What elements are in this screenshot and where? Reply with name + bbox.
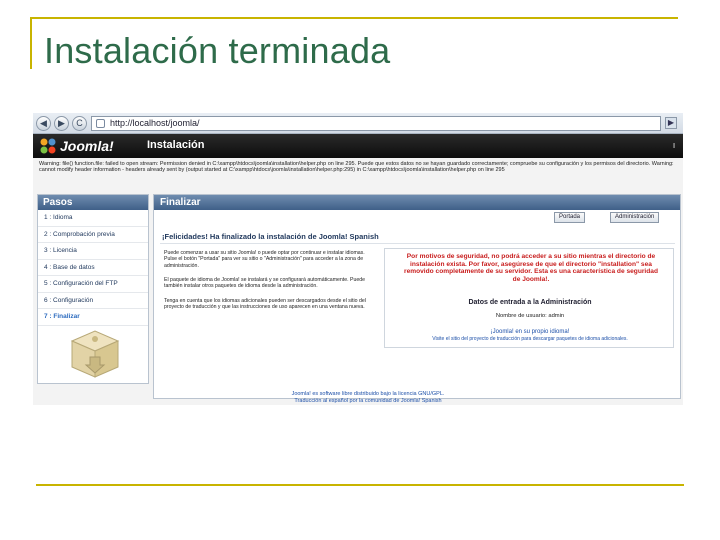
finish-title: Finalizar [154, 195, 680, 210]
divider [160, 243, 675, 244]
admin-login-title: Datos de entrada a la Administración [468, 299, 592, 306]
language-link-description: Visite el sitio del proyecto de traducci… [432, 336, 628, 342]
reload-icon[interactable]: C [72, 116, 87, 131]
joomla-logo-icon [40, 138, 56, 154]
installer-footer: Joomla! es software libre distribuido ba… [223, 391, 513, 405]
installer-screenshot: ◀ ▶ C http://localhost/joomla/ ▶ Joomla!… [33, 113, 683, 405]
steps-sidebar: Pasos 1 : Idioma 2 : Comprobación previa… [37, 194, 149, 384]
finish-paragraph-3: Tenga en cuenta que los idiomas adiciona… [164, 298, 366, 311]
admin-username: Nombre de usuario: admin [495, 313, 565, 319]
step-ftp[interactable]: 5 : Configuración del FTP [38, 276, 148, 293]
admin-button[interactable]: Administración [610, 212, 660, 223]
finish-paragraph-2: El paquete de idioma de Joomla! se insta… [164, 277, 365, 290]
page-icon [96, 119, 105, 128]
url-text: http://localhost/joomla/ [110, 118, 200, 128]
php-warning-text: Warning: file() function.file: failed to… [39, 161, 674, 174]
slide-title: Instalación terminada [44, 30, 391, 71]
browser-toolbar: ◀ ▶ C http://localhost/joomla/ ▶ [33, 113, 683, 134]
back-icon[interactable]: ◀ [36, 116, 51, 131]
step-license[interactable]: 3 : Licencia [38, 243, 148, 260]
slide-left-rule [30, 17, 32, 69]
congrats-heading: ¡Felicidades! Ha finalizado la instalaci… [162, 232, 379, 241]
step-language[interactable]: 1 : Idioma [38, 210, 148, 227]
go-icon[interactable]: ▶ [665, 117, 677, 129]
step-precheck[interactable]: 2 : Comprobación previa [38, 227, 148, 243]
joomla-header: Joomla! Instalación Ⅰ [33, 134, 683, 158]
slide-bottom-rule [36, 484, 684, 486]
remove-installation-notice: Por motivos de seguridad, no podrá acced… [404, 253, 658, 283]
installer-title: Instalación [147, 139, 205, 151]
joomla-logo-text: Joomla! [60, 138, 114, 154]
slide-top-rule [30, 17, 678, 19]
install-box-icon [70, 330, 120, 378]
footer-line-1[interactable]: Joomla! es software libre distribuido ba… [223, 391, 513, 398]
step-configuration[interactable]: 6 : Configuración [38, 293, 148, 309]
finish-panel: Finalizar Portada Administración ¡Felici… [153, 194, 681, 399]
finish-paragraph-1: Puede comenzar a usar su sitio Joomla! o… [164, 250, 365, 269]
step-finish[interactable]: 7 : Finalizar [38, 309, 148, 326]
steps-title: Pasos [38, 195, 148, 210]
forward-icon[interactable]: ▶ [54, 116, 69, 131]
address-bar[interactable]: http://localhost/joomla/ [91, 116, 661, 131]
security-panel: Por motivos de seguridad, no podrá acced… [384, 248, 674, 348]
header-mark: Ⅰ [673, 143, 676, 150]
step-database[interactable]: 4 : Base de datos [38, 260, 148, 276]
site-button[interactable]: Portada [554, 212, 586, 223]
language-link[interactable]: ¡Joomla! en su propio idioma! [385, 329, 675, 335]
footer-line-2[interactable]: Traducción al español por la comunidad d… [223, 398, 513, 405]
